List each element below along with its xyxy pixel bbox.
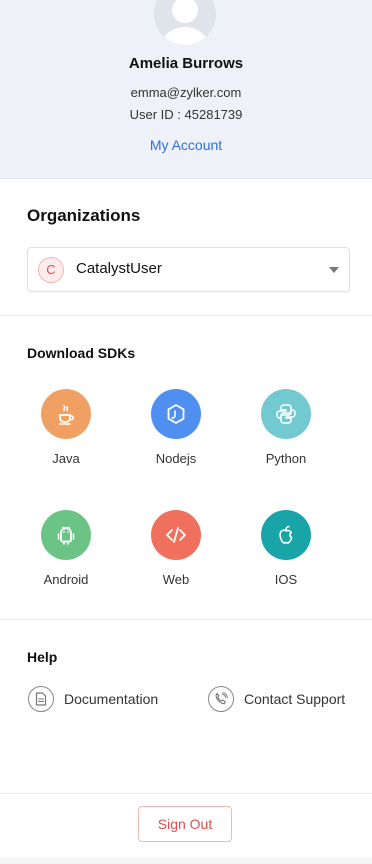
sdk-label: Android — [43, 572, 89, 587]
account-panel: Amelia Burrows emma@zylker.com User ID :… — [0, 0, 372, 858]
apple-icon — [261, 510, 311, 560]
contact-support-label: Contact Support — [244, 691, 346, 707]
sdk-android[interactable]: Android — [21, 510, 111, 587]
divider — [0, 793, 372, 794]
android-icon — [41, 510, 91, 560]
documentation-link[interactable]: Documentation — [28, 685, 158, 713]
nodejs-icon — [151, 389, 201, 439]
caret-down-icon — [329, 267, 339, 273]
help-title: Help — [27, 649, 58, 665]
avatar-body-shape — [161, 27, 209, 45]
organization-name: CatalystUser — [76, 260, 162, 277]
python-icon — [261, 389, 311, 439]
sdk-label: Java — [52, 451, 80, 466]
download-sdks-title: Download SDKs — [27, 345, 136, 361]
organization-dropdown[interactable]: C CatalystUser — [27, 247, 350, 292]
sdk-label: Python — [265, 451, 307, 466]
organizations-title: Organizations — [27, 206, 141, 225]
java-icon — [41, 389, 91, 439]
user-email: emma@zylker.com — [130, 85, 242, 100]
user-name: Amelia Burrows — [128, 55, 244, 72]
avatar-head-shape — [172, 0, 198, 23]
user-id: User ID : 45281739 — [129, 107, 243, 122]
my-account-link[interactable]: My Account — [0, 137, 372, 153]
sdk-java[interactable]: Java — [21, 389, 111, 466]
sdk-label: IOS — [274, 572, 298, 587]
sdk-web[interactable]: Web — [131, 510, 221, 587]
phone-icon — [208, 686, 234, 712]
sdk-label: Nodejs — [155, 451, 197, 466]
sign-out-button[interactable]: Sign Out — [138, 806, 232, 842]
document-icon — [28, 686, 54, 712]
organization-badge: C — [38, 257, 64, 283]
sdk-label: Web — [162, 572, 190, 587]
sdk-nodejs[interactable]: Nodejs — [131, 389, 221, 466]
sdk-ios[interactable]: IOS — [241, 510, 331, 587]
documentation-label: Documentation — [64, 691, 159, 707]
divider — [0, 619, 372, 620]
profile-section: Amelia Burrows emma@zylker.com User ID :… — [0, 0, 372, 179]
avatar — [154, 0, 216, 45]
web-code-icon — [151, 510, 201, 560]
sdk-python[interactable]: Python — [241, 389, 331, 466]
contact-support-link[interactable]: Contact Support — [208, 685, 345, 713]
divider — [0, 315, 372, 316]
